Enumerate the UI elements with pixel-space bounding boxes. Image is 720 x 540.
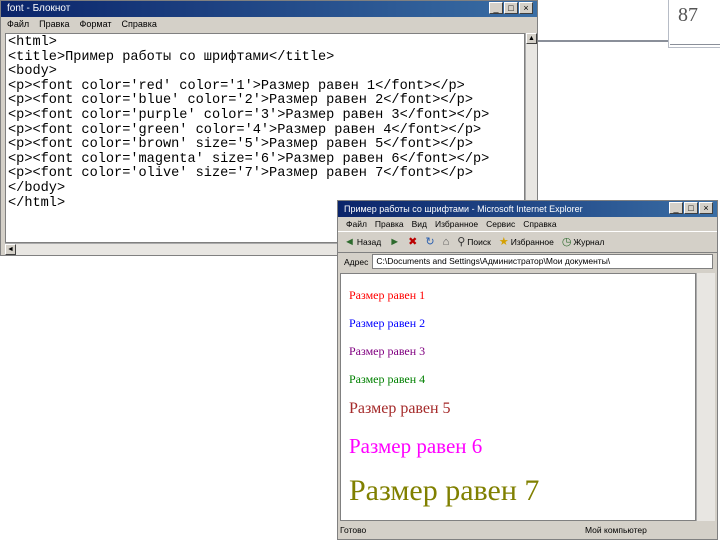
size-4-line: Размер равен 4 [349,372,426,386]
journal-label: Журнал [573,237,605,247]
ie-toolbar: ◄ Назад ► ✖ ↻ ⌂ ⚲ Поиск ★ Избранное ◷ Жу… [338,231,717,253]
scroll-left-icon[interactable]: ◄ [5,244,16,255]
scroll-up-icon[interactable]: ▲ [526,33,537,44]
notepad-titlebar[interactable]: font - Блокнот _ □ × [1,1,537,17]
ie-menu-view[interactable]: Вид [412,217,427,231]
html-source-code: <html> <title>Пример работы со шрифтами<… [8,35,490,211]
size-7-line: Размер равен 7 [349,474,540,507]
ie-statusbar: Готово Мой компьютер [340,523,715,538]
notepad-menubar: Файл Правка Формат Справка [1,17,537,31]
search-label: Поиск [467,237,491,247]
home-icon[interactable]: ⌂ [443,232,450,252]
back-button[interactable]: ◄ Назад [344,232,381,252]
ie-page-content: Размер равен 1 Размер равен 2 Размер рав… [340,273,696,521]
slide-number: 87 [678,4,698,26]
ie-menu-tools[interactable]: Сервис [486,217,515,231]
history-icon: ◷ [561,236,572,248]
ie-menu-edit[interactable]: Правка [375,217,404,231]
ie-window-controls: _ □ × [669,202,713,214]
forward-arrow-icon[interactable]: ► [389,232,400,252]
ie-menubar: Файл Правка Вид Избранное Сервис Справка [338,217,717,231]
ie-menu-help[interactable]: Справка [523,217,556,231]
menu-help[interactable]: Справка [122,17,157,31]
maximize-button[interactable]: □ [504,2,518,14]
menu-edit[interactable]: Правка [39,17,69,31]
ie-vertical-scrollbar[interactable] [696,273,715,521]
journal-button[interactable]: ◷ Журнал [562,232,605,252]
search-icon: ⚲ [457,236,466,248]
address-bar: Адрес C:\Documents and Settings\Админист… [338,253,717,270]
size-3-line: Размер равен 3 [349,344,426,358]
size-1-line: Размер равен 1 [349,288,426,302]
favorites-button[interactable]: ★ Избранное [499,232,554,252]
close-button[interactable]: × [519,2,533,14]
size-6-line: Размер равен 6 [349,434,483,458]
slide-divider-line [538,40,668,42]
address-label: Адрес [344,256,369,267]
stop-icon[interactable]: ✖ [408,232,417,252]
ie-title: Пример работы со шрифтами - Microsoft In… [344,204,583,214]
favorites-label: Избранное [510,237,554,247]
ie-minimize-button[interactable]: _ [669,202,683,214]
refresh-icon[interactable]: ↻ [425,232,434,252]
minimize-button[interactable]: _ [489,2,503,14]
menu-format[interactable]: Формат [80,17,112,31]
ie-menu-favorites[interactable]: Избранное [435,217,478,231]
notepad-title: font - Блокнот [7,3,71,14]
status-zone: Мой компьютер [585,525,647,535]
ie-maximize-button[interactable]: □ [684,202,698,214]
notepad-window-controls: _ □ × [489,2,533,14]
back-label: Назад [356,237,382,247]
search-button[interactable]: ⚲ Поиск [457,232,491,252]
address-input[interactable]: C:\Documents and Settings\Администратор\… [372,254,713,269]
ie-titlebar[interactable]: Пример работы со шрифтами - Microsoft In… [338,201,717,217]
ie-close-button[interactable]: × [699,202,713,214]
back-arrow-icon: ◄ [344,236,355,248]
size-5-line: Размер равен 5 [349,400,451,417]
star-icon: ★ [498,236,509,248]
status-ready: Готово [340,525,367,535]
ie-window: Пример работы со шрифтами - Microsoft In… [337,200,718,540]
size-2-line: Размер равен 2 [349,316,426,330]
ie-menu-file[interactable]: Файл [346,217,367,231]
menu-file[interactable]: Файл [7,17,29,31]
